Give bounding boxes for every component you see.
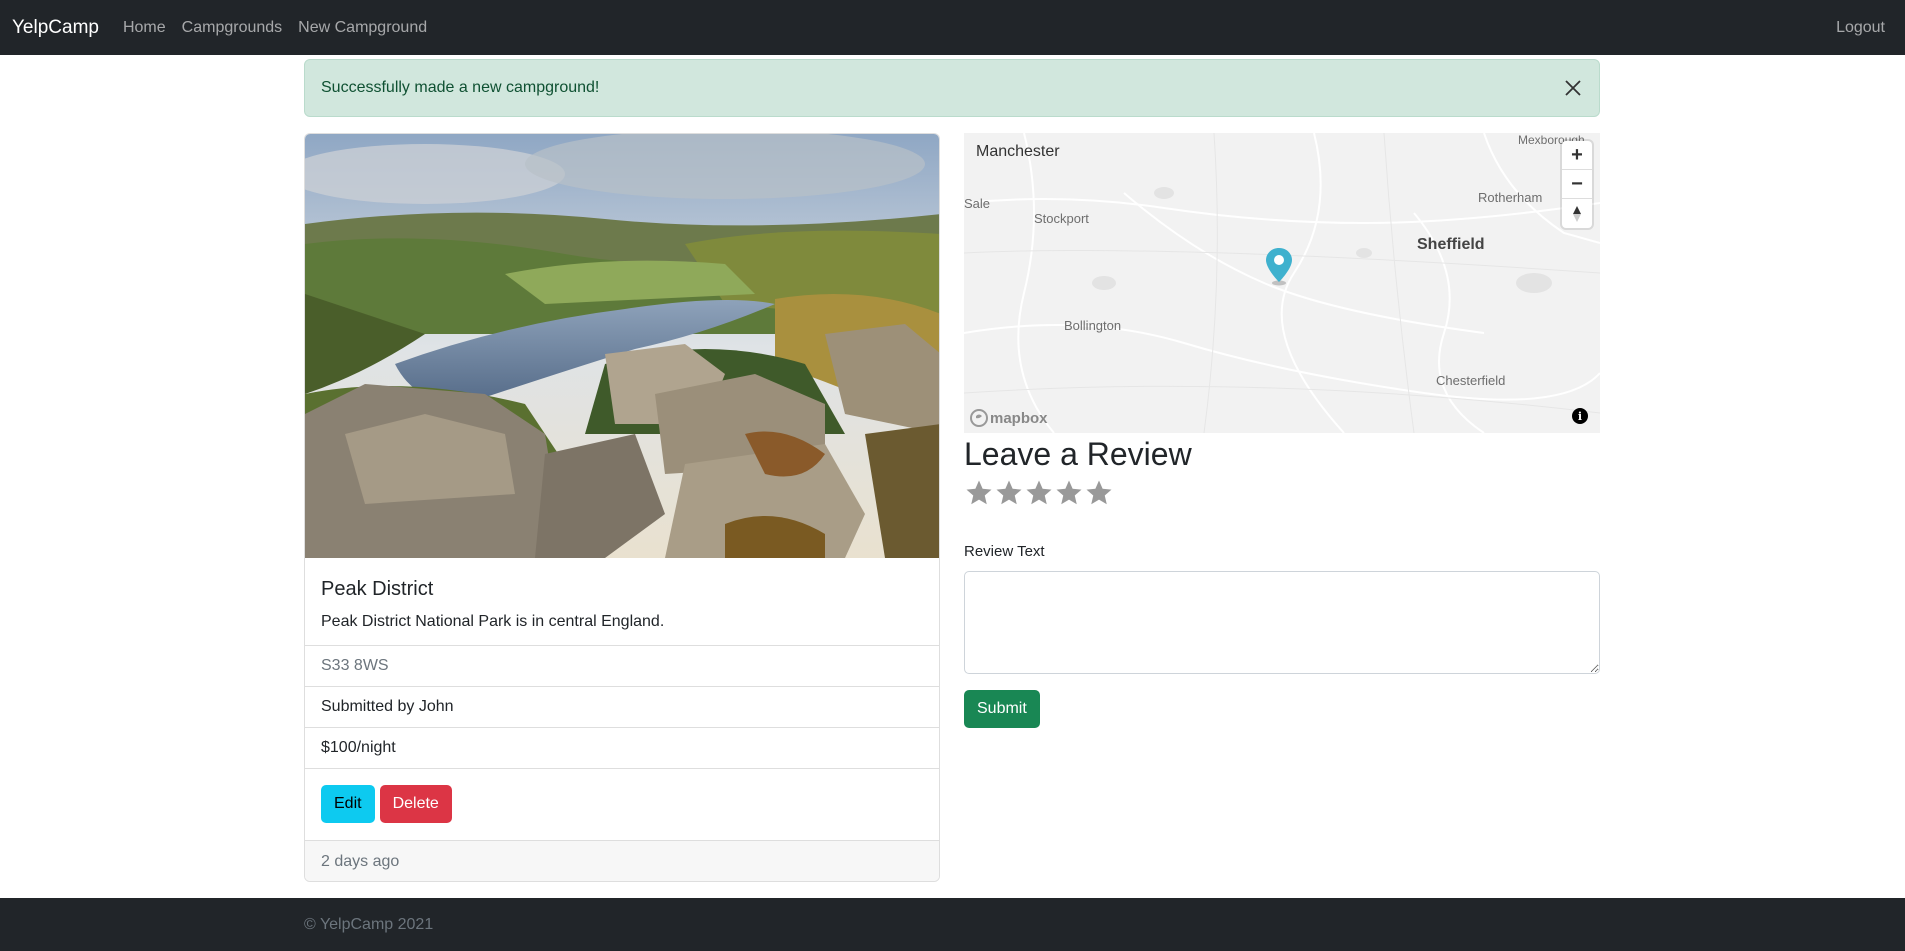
navbar: YelpCamp Home Campgrounds New Campground… bbox=[0, 0, 1905, 55]
card-footer: 2 days ago bbox=[305, 841, 939, 881]
campground-title: Peak District bbox=[321, 578, 434, 600]
star-icon-1[interactable] bbox=[964, 478, 994, 508]
mapbox-logo-icon bbox=[970, 409, 988, 427]
review-heading: Leave a Review bbox=[964, 436, 1192, 472]
map-label-manchester: Manchester bbox=[976, 143, 1060, 160]
map-label-rotherham: Rotherham bbox=[1478, 190, 1543, 205]
star-rating[interactable] bbox=[964, 478, 1114, 508]
delete-button[interactable]: Delete bbox=[379, 785, 452, 823]
zoom-out-button[interactable]: − bbox=[1562, 170, 1592, 199]
submit-button[interactable]: Submit bbox=[964, 690, 1040, 728]
campground-location: S33 8WS bbox=[305, 646, 939, 687]
map-label-sheffield: Sheffield bbox=[1417, 236, 1485, 253]
map-label-stockport: Stockport bbox=[1034, 211, 1089, 226]
nav-link-new-campground[interactable]: New Campground bbox=[298, 19, 427, 37]
nav-link-home[interactable]: Home bbox=[123, 19, 166, 37]
star-icon-3[interactable] bbox=[1024, 478, 1054, 508]
compass-icon bbox=[1573, 205, 1581, 222]
campground-price: $100/night bbox=[305, 728, 939, 769]
card-actions: Edit Delete bbox=[305, 769, 939, 841]
map-marker-icon[interactable] bbox=[1264, 246, 1294, 286]
success-alert: Successfully made a new campground! bbox=[304, 59, 1600, 117]
campground-image bbox=[305, 134, 939, 558]
nav-link-campgrounds[interactable]: Campgrounds bbox=[182, 19, 283, 37]
map-label-bollington: Bollington bbox=[1064, 318, 1122, 333]
footer-text: © YelpCamp 2021 bbox=[304, 916, 434, 933]
campground-card: Peak District Peak District National Par… bbox=[304, 133, 940, 882]
close-icon[interactable] bbox=[1563, 78, 1583, 98]
star-icon-4[interactable] bbox=[1054, 478, 1084, 508]
review-text-input[interactable] bbox=[964, 571, 1600, 674]
logout-link[interactable]: Logout bbox=[1836, 19, 1885, 37]
campground-description: Peak District National Park is in centra… bbox=[321, 613, 665, 630]
mapbox-logo-text: mapbox bbox=[990, 409, 1048, 427]
compass-button[interactable] bbox=[1562, 199, 1592, 228]
card-body: Peak District Peak District National Par… bbox=[305, 558, 939, 646]
map-controls: + − bbox=[1562, 141, 1592, 228]
attribution-info-icon[interactable]: i bbox=[1572, 408, 1588, 424]
map-label-sale: Sale bbox=[964, 196, 991, 211]
map[interactable]: Manchester Mexborough Sale Stockport Rot… bbox=[964, 133, 1600, 433]
mapbox-logo: mapbox bbox=[970, 409, 1048, 427]
alert-message: Successfully made a new campground! bbox=[321, 79, 600, 96]
brand-link[interactable]: YelpCamp bbox=[12, 17, 99, 39]
zoom-in-button[interactable]: + bbox=[1562, 141, 1592, 170]
star-icon-5[interactable] bbox=[1084, 478, 1114, 508]
review-text-label: Review Text bbox=[964, 543, 1045, 560]
map-label-chesterfield: Chesterfield bbox=[1436, 373, 1506, 388]
campground-author: Submitted by John bbox=[305, 687, 939, 728]
footer: © YelpCamp 2021 bbox=[0, 898, 1905, 951]
edit-button[interactable]: Edit bbox=[321, 785, 375, 823]
star-icon-2[interactable] bbox=[994, 478, 1024, 508]
